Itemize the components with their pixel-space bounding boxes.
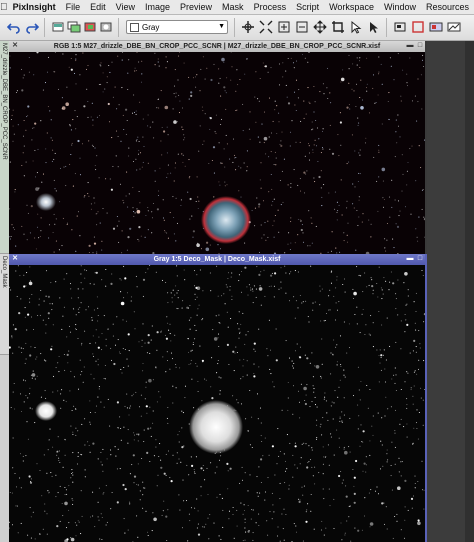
- starfield-rgb-image: [9, 52, 425, 254]
- menu-view[interactable]: View: [111, 2, 140, 12]
- image-canvas-mask[interactable]: [9, 265, 425, 542]
- dumbbell-nebula-mask: [189, 400, 243, 454]
- image-window-rgb: ✕ RGB 1:5 M27_drizzle_DBE_BN_CROP_PCC_SC…: [9, 41, 425, 254]
- menu-file[interactable]: File: [61, 2, 86, 12]
- close-icon[interactable]: ✕: [11, 42, 19, 50]
- fit-window-icon[interactable]: [410, 19, 426, 35]
- side-tab-deco-mask[interactable]: Deco_Mask: [0, 254, 9, 355]
- menu-process[interactable]: Process: [249, 2, 292, 12]
- minimize-icon[interactable]: ▬: [406, 42, 414, 50]
- side-tab-m27[interactable]: M27_drizzle_DBE_BN_CROP_PCC_SCNR: [0, 41, 9, 254]
- image-window-rgb-title: RGB 1:5 M27_drizzle_DBE_BN_CROP_PCC_SCNR…: [53, 43, 381, 50]
- dynamic-crop-icon[interactable]: [330, 19, 346, 35]
- zoom-in-icon[interactable]: [276, 19, 292, 35]
- image-window-mask-title: Gray 1:5 Deco_Mask | Deco_Mask.xisf: [153, 256, 281, 263]
- close-icon[interactable]: ✕: [11, 255, 19, 263]
- mask-image-icon[interactable]: [98, 19, 114, 35]
- small-galaxy-mask: [35, 401, 57, 421]
- starfield-mask-image: [9, 265, 425, 542]
- small-galaxy: [36, 193, 56, 211]
- color-image-icon[interactable]: [82, 19, 98, 35]
- clone-image-icon[interactable]: [66, 19, 82, 35]
- readout-icon[interactable]: [348, 19, 364, 35]
- select-arrow-icon[interactable]: [366, 19, 382, 35]
- menu-bar:  PixInsight File Edit View Image Previe…: [0, 0, 474, 15]
- crosshair-icon[interactable]: [240, 19, 256, 35]
- new-image-icon[interactable]: [50, 19, 66, 35]
- menu-resources[interactable]: Resources: [421, 2, 474, 12]
- image-canvas-rgb[interactable]: [9, 52, 425, 254]
- menu-preview[interactable]: Preview: [175, 2, 217, 12]
- side-tab-m27-label: M27_drizzle_DBE_BN_CROP_PCC_SCNR: [1, 43, 7, 160]
- image-window-mask: ✕ Gray 1:5 Deco_Mask | Deco_Mask.xisf ▬ …: [9, 254, 427, 542]
- preview-icon[interactable]: [392, 19, 408, 35]
- mask-mode-value: Gray: [142, 22, 160, 32]
- toolbar: Gray ▼: [0, 15, 474, 41]
- menu-image[interactable]: Image: [140, 2, 175, 12]
- zoom-to-fit-icon[interactable]: [258, 19, 274, 35]
- undo-icon[interactable]: [6, 19, 22, 35]
- mask-mode-select[interactable]: Gray ▼: [126, 20, 228, 34]
- menu-workspace[interactable]: Workspace: [324, 2, 379, 12]
- right-panel-strip: [465, 41, 474, 542]
- menu-edit[interactable]: Edit: [85, 2, 111, 12]
- zoom-out-icon[interactable]: [294, 19, 310, 35]
- maximize-icon[interactable]: □: [416, 255, 424, 263]
- maximize-icon[interactable]: □: [416, 42, 424, 50]
- menu-mask[interactable]: Mask: [217, 2, 249, 12]
- apple-icon[interactable]: : [0, 2, 8, 13]
- redo-icon[interactable]: [24, 19, 40, 35]
- side-tab-deco-mask-label: Deco_Mask: [1, 256, 7, 288]
- stf-icon[interactable]: [446, 19, 462, 35]
- chevron-down-icon: ▼: [218, 23, 225, 30]
- minimize-icon[interactable]: ▬: [406, 255, 414, 263]
- menu-script[interactable]: Script: [291, 2, 324, 12]
- gray-swatch-icon: [130, 22, 139, 32]
- screen-transfer-icon[interactable]: [428, 19, 444, 35]
- menu-window[interactable]: Window: [379, 2, 421, 12]
- pan-icon[interactable]: [312, 19, 328, 35]
- menu-app-name[interactable]: PixInsight: [8, 2, 61, 12]
- dumbbell-nebula: [201, 196, 251, 244]
